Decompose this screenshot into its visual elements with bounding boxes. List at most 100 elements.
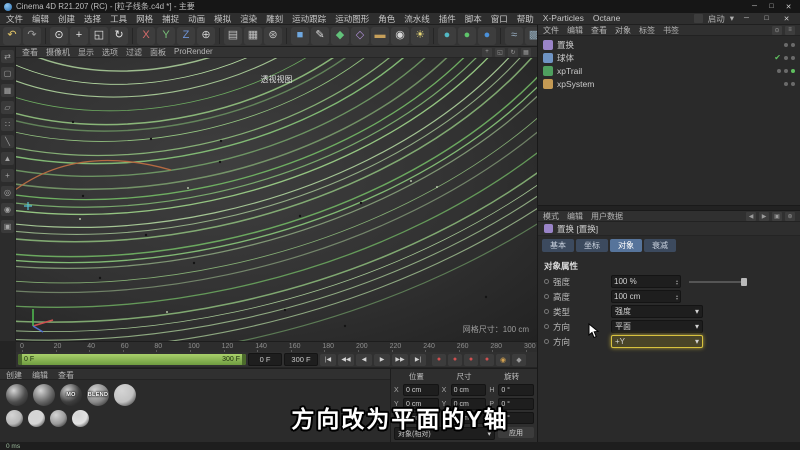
filter-icon[interactable]: ≡ — [785, 25, 795, 35]
coordinate-field[interactable]: 0 ° — [498, 412, 535, 424]
menubar-item-3[interactable]: 创建 — [58, 13, 75, 25]
attribute-tab-基本[interactable]: 基本 — [542, 239, 574, 252]
render-visibility-dot[interactable] — [791, 42, 795, 47]
next-key-button[interactable]: ▶▶ — [392, 353, 408, 366]
attribute-dropdown[interactable]: 强度 ▾ — [611, 305, 703, 318]
render-visibility-dot[interactable] — [791, 81, 795, 86]
move-tool-icon[interactable]: + — [70, 26, 88, 45]
render-view-icon[interactable]: ▤ — [224, 26, 242, 45]
material-sphere[interactable] — [114, 384, 136, 406]
coordinate-field[interactable]: 0 cm — [403, 412, 439, 424]
menubar-item-12[interactable]: 运动跟踪 — [292, 13, 326, 25]
workplane-lock-icon[interactable]: ▣ — [1, 220, 14, 233]
menubar-item-20[interactable]: X-Particles — [543, 13, 584, 25]
minimize-button[interactable]: ─ — [747, 1, 762, 12]
material-menu-item-2[interactable]: 编辑 — [32, 370, 48, 380]
object-row[interactable]: 置换 — [538, 38, 800, 51]
pan-view-icon[interactable]: + — [482, 47, 492, 57]
attribute-value-field[interactable]: 100 cm ▴ ▾ — [611, 290, 681, 303]
menubar-item-8[interactable]: 动画 — [188, 13, 205, 25]
menubar-item-5[interactable]: 工具 — [110, 13, 127, 25]
attribute-value-field[interactable]: 100 % ▴ ▾ — [611, 275, 681, 288]
x-axis-lock-icon[interactable]: X — [137, 26, 155, 45]
editor-visibility-dot[interactable] — [777, 68, 781, 73]
rotate-view-icon[interactable]: ↻ — [508, 47, 518, 57]
coordinate-field[interactable]: 0 cm — [450, 398, 487, 410]
interface-grid-icon[interactable] — [693, 14, 703, 23]
attribute-tab-衰减[interactable]: 衰减 — [644, 239, 676, 252]
object-manager-menu-item-5[interactable]: 标签 — [639, 25, 655, 36]
settings-icon[interactable]: ⊛ — [785, 211, 795, 221]
add-mograph-icon[interactable]: ◆ — [331, 26, 349, 45]
viewport-solo-icon[interactable]: ◎ — [1, 186, 14, 199]
attribute-menu-item-1[interactable]: 模式 — [543, 211, 559, 222]
animation-dot-icon[interactable] — [544, 339, 549, 344]
goto-end-button[interactable]: ▶| — [410, 353, 426, 366]
viewport-menu-item-4[interactable]: 选项 — [102, 47, 118, 58]
menubar-item-2[interactable]: 编辑 — [32, 13, 49, 25]
object-row[interactable]: xpTrail — [538, 64, 800, 77]
back-arrow-icon[interactable]: ◀ — [746, 211, 756, 221]
coordinate-field[interactable]: 0 cm — [403, 398, 439, 410]
stepper-arrows-icon[interactable]: ▴ ▾ — [676, 293, 678, 300]
object-manager-menu-item-2[interactable]: 编辑 — [567, 25, 583, 36]
viewport-menu-item-5[interactable]: 过滤 — [126, 47, 142, 58]
live-selection-icon[interactable]: ⊙ — [50, 26, 68, 45]
search-icon[interactable]: ⊙ — [772, 25, 782, 35]
coordinate-field[interactable]: 0 cm — [403, 384, 439, 396]
material-sphere[interactable] — [28, 410, 45, 427]
animation-dot-icon[interactable] — [544, 294, 549, 299]
attribute-dropdown[interactable]: 平面 ▾ — [611, 320, 703, 333]
prev-key-button[interactable]: ◀◀ — [338, 353, 354, 366]
forward-arrow-icon[interactable]: ▶ — [759, 211, 769, 221]
play-button[interactable]: ▶ — [374, 353, 390, 366]
add-floor-icon[interactable]: ▬ — [371, 26, 389, 45]
record-button[interactable]: ● — [432, 353, 446, 366]
menubar-item-17[interactable]: 脚本 — [465, 13, 482, 25]
workplane-mode-icon[interactable]: ▱ — [1, 101, 14, 114]
add-camera-icon[interactable]: ◉ — [391, 26, 409, 45]
maximize-button[interactable]: □ — [764, 1, 779, 12]
menubar-item-18[interactable]: 窗口 — [491, 13, 508, 25]
material-sphere[interactable] — [6, 410, 23, 427]
object-row[interactable]: xpSystem — [538, 77, 800, 90]
material-sphere[interactable] — [33, 384, 55, 406]
points-mode-icon[interactable]: ∷ — [1, 118, 14, 131]
attribute-tab-对象[interactable]: 对象 — [610, 239, 642, 252]
render-picture-viewer-icon[interactable]: ▦ — [244, 26, 262, 45]
menubar-item-16[interactable]: 插件 — [439, 13, 456, 25]
toggle-view-icon[interactable]: ▦ — [521, 47, 531, 57]
editor-visibility-dot[interactable] — [784, 42, 788, 47]
slider-knob[interactable] — [741, 277, 747, 286]
coordinate-field[interactable]: 0 ° — [498, 384, 535, 396]
object-manager-menu-item-4[interactable]: 对象 — [615, 25, 631, 36]
menubar-item-7[interactable]: 捕捉 — [162, 13, 179, 25]
apply-button[interactable]: 应用 — [498, 427, 534, 438]
prev-frame-button[interactable]: ◀ — [356, 353, 372, 366]
z-axis-lock-icon[interactable]: Z — [177, 26, 195, 45]
rotate-tool-icon[interactable]: ↻ — [110, 26, 128, 45]
add-spline-pen-icon[interactable]: ✎ — [311, 26, 329, 45]
enable-axis-icon[interactable]: + — [1, 169, 14, 182]
render-visibility-dot[interactable] — [791, 55, 795, 60]
material-sphere[interactable] — [72, 410, 89, 427]
menubar-item-9[interactable]: 模拟 — [214, 13, 231, 25]
stepper-arrows-icon[interactable]: ▴ ▾ — [676, 278, 678, 285]
edges-mode-icon[interactable]: ╲ — [1, 135, 14, 148]
attribute-dropdown[interactable]: +Y ▾ — [611, 335, 703, 348]
viewport-canvas[interactable]: 透视视图 网格尺寸：100 cm — [16, 58, 537, 341]
object-manager-menu-item-3[interactable]: 查看 — [591, 25, 607, 36]
animation-dot-icon[interactable] — [544, 279, 549, 284]
simulate-icon[interactable]: ≈ — [505, 26, 523, 45]
material-menu-item-1[interactable]: 创建 — [6, 370, 22, 380]
end-frame-field[interactable]: 300 F — [284, 353, 318, 366]
viewport-menu-item-2[interactable]: 摄像机 — [46, 47, 70, 58]
doc-minimize-button[interactable]: ─ — [739, 13, 754, 24]
coordinate-field[interactable]: 0 cm — [450, 412, 487, 424]
keyframe-position-toggle[interactable]: ● — [448, 353, 462, 366]
animation-dot-icon[interactable] — [544, 324, 549, 329]
viewport-menu-item-1[interactable]: 查看 — [22, 47, 38, 58]
object-state-dot[interactable] — [791, 68, 795, 73]
model-mode-icon[interactable]: ▢ — [1, 67, 14, 80]
doc-close-button[interactable]: ✕ — [779, 13, 794, 24]
